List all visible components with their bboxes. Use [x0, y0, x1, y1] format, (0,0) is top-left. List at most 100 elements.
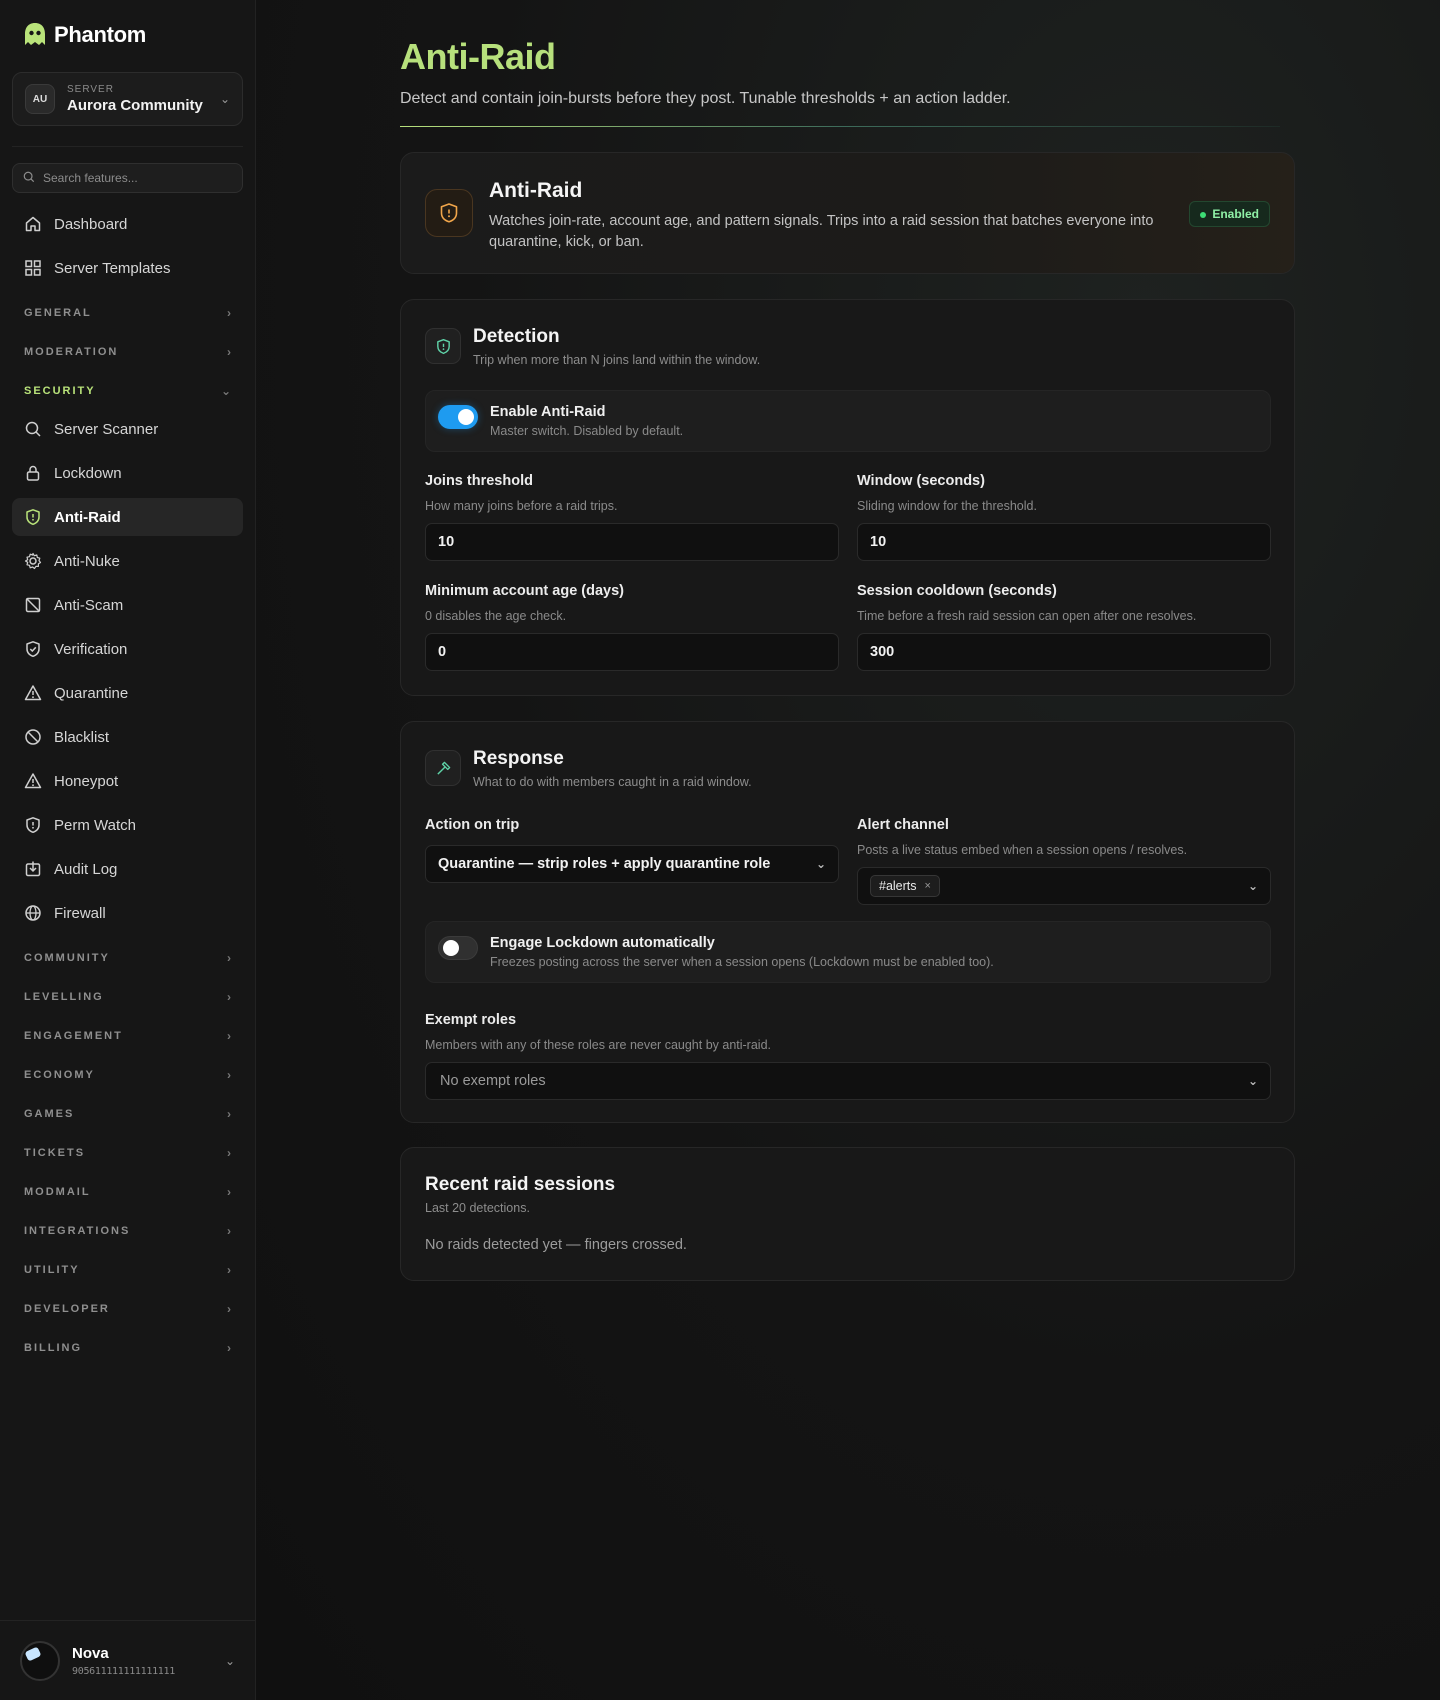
- action-on-trip-field: Action on trip Quarantine — strip roles …: [425, 817, 839, 883]
- section-general[interactable]: GENERAL ›: [12, 293, 243, 332]
- empty-state: No raids detected yet — fingers crossed.: [425, 1237, 687, 1253]
- sidebar-item-anti-nuke[interactable]: Anti-Nuke: [12, 542, 243, 580]
- section-integrations[interactable]: INTEGRATIONS ›: [12, 1211, 243, 1250]
- section-moderation[interactable]: MODERATION ›: [12, 332, 243, 371]
- window-seconds-input-wrap: [857, 523, 1271, 561]
- joins-threshold-input[interactable]: [438, 534, 826, 550]
- chevron-down-icon: ⌄: [1247, 1074, 1258, 1088]
- section-label: BILLING: [24, 1341, 82, 1354]
- min-account-age-input-wrap: [425, 633, 839, 671]
- sidebar-item-server-scanner[interactable]: Server Scanner: [12, 410, 243, 448]
- section-label: TICKETS: [24, 1146, 86, 1159]
- gavel-icon: [425, 750, 461, 786]
- sidebar-item-dashboard[interactable]: Dashboard: [12, 205, 243, 243]
- window-seconds-input[interactable]: [870, 534, 1258, 550]
- section-utility[interactable]: UTILITY ›: [12, 1250, 243, 1289]
- section-community[interactable]: COMMUNITY ›: [12, 938, 243, 977]
- sidebar-item-label: Verification: [54, 640, 128, 658]
- section-label: GAMES: [24, 1107, 75, 1120]
- sidebar-item-label: Perm Watch: [54, 816, 136, 834]
- action-on-trip-select[interactable]: Quarantine — strip roles + apply quarant…: [425, 845, 839, 883]
- server-avatar: AU: [25, 84, 55, 114]
- section-games[interactable]: GAMES ›: [12, 1094, 243, 1133]
- search-icon: [24, 420, 42, 438]
- section-label: LEVELLING: [24, 990, 104, 1003]
- server-switcher[interactable]: AU SERVER Aurora Community ⌄: [12, 72, 243, 126]
- sidebar-item-label: Quarantine: [54, 684, 129, 702]
- exempt-roles-select[interactable]: No exempt roles ⌄: [425, 1062, 1271, 1100]
- section-billing[interactable]: BILLING ›: [12, 1328, 243, 1367]
- toggle-description: Master switch. Disabled by default.: [490, 424, 684, 438]
- section-label: DEVELOPER: [24, 1302, 110, 1315]
- shield-check-icon: [24, 640, 42, 658]
- sidebar-item-label: Anti-Nuke: [54, 552, 120, 570]
- chevron-right-icon: ›: [227, 1028, 231, 1043]
- chevron-right-icon: ›: [227, 1301, 231, 1316]
- sidebar-item-lockdown[interactable]: Lockdown: [12, 454, 243, 492]
- feature-title: Anti-Raid: [489, 179, 583, 202]
- section-modmail[interactable]: MODMAIL ›: [12, 1172, 243, 1211]
- server-name: Aurora Community: [67, 97, 203, 114]
- min-account-age-field: Minimum account age (days) 0 disables th…: [425, 583, 839, 671]
- shield-alert-icon: [24, 508, 42, 526]
- avatar: [20, 1640, 60, 1681]
- close-icon[interactable]: ×: [925, 880, 931, 892]
- chevron-right-icon: ›: [227, 1340, 231, 1355]
- sidebar-item-honeypot[interactable]: Honeypot: [12, 762, 243, 800]
- ghost-logo-icon: [22, 21, 48, 49]
- section-engagement[interactable]: ENGAGEMENT ›: [12, 1016, 243, 1055]
- sidebar-item-firewall[interactable]: Firewall: [12, 894, 243, 932]
- enable-anti-raid-toggle[interactable]: [438, 405, 478, 429]
- sidebar-item-blacklist[interactable]: Blacklist: [12, 718, 243, 756]
- sidebar-item-verification[interactable]: Verification: [12, 630, 243, 668]
- chip-label: #alerts: [879, 879, 917, 893]
- sidebar-item-quarantine[interactable]: Quarantine: [12, 674, 243, 712]
- enable-anti-raid-row: Enable Anti-Raid Master switch. Disabled…: [425, 390, 1271, 452]
- session-cooldown-input[interactable]: [870, 644, 1258, 660]
- brand[interactable]: Phantom: [12, 0, 243, 70]
- sidebar-divider: [12, 146, 243, 147]
- search-icon: [23, 171, 35, 186]
- chevron-right-icon: ›: [227, 1223, 231, 1238]
- field-label: Joins threshold: [425, 473, 533, 489]
- select-value: Quarantine — strip roles + apply quarant…: [438, 856, 771, 872]
- channel-chip: #alerts ×: [870, 875, 940, 897]
- status-badge: Enabled: [1189, 201, 1270, 227]
- search-box[interactable]: [12, 163, 243, 193]
- sidebar-item-server-templates[interactable]: Server Templates: [12, 249, 243, 287]
- toggle-knob: [443, 940, 459, 956]
- download-box-icon: [24, 860, 42, 878]
- exempt-roles-field: Exempt roles Members with any of these r…: [425, 1012, 1271, 1100]
- gear-icon: [24, 552, 42, 570]
- section-label: MODERATION: [24, 345, 119, 358]
- auto-lockdown-toggle[interactable]: [438, 936, 478, 960]
- field-label: Action on trip: [425, 817, 520, 833]
- section-title: Response: [473, 748, 564, 769]
- recent-sessions-card: Recent raid sessions Last 20 detections.…: [400, 1147, 1295, 1281]
- section-subtitle: Trip when more than N joins land within …: [473, 353, 761, 367]
- sidebar-item-anti-scam[interactable]: Anti-Scam: [12, 586, 243, 624]
- user-menu[interactable]: Nova 905611111111111111 ⌄: [0, 1620, 255, 1700]
- sidebar-item-label: Dashboard: [54, 215, 128, 233]
- sidebar-item-anti-raid[interactable]: Anti-Raid: [12, 498, 243, 536]
- section-levelling[interactable]: LEVELLING ›: [12, 977, 243, 1016]
- feature-overview-card: Anti-Raid Watches join-rate, account age…: [400, 152, 1295, 274]
- section-security[interactable]: SECURITY ⌄: [12, 371, 243, 410]
- field-label: Window (seconds): [857, 473, 985, 489]
- search-input[interactable]: [43, 171, 232, 185]
- min-account-age-input[interactable]: [438, 644, 826, 660]
- chevron-right-icon: ›: [227, 1184, 231, 1199]
- section-label: SECURITY: [24, 384, 96, 397]
- alert-channel-select[interactable]: #alerts × ⌄: [857, 867, 1271, 905]
- user-id: 905611111111111111: [72, 1665, 175, 1677]
- section-tickets[interactable]: TICKETS ›: [12, 1133, 243, 1172]
- field-help: 0 disables the age check.: [425, 609, 567, 623]
- sidebar-item-audit-log[interactable]: Audit Log: [12, 850, 243, 888]
- sidebar-item-perm-watch[interactable]: Perm Watch: [12, 806, 243, 844]
- section-label: GENERAL: [24, 306, 92, 319]
- field-label: Exempt roles: [425, 1012, 517, 1028]
- section-economy[interactable]: ECONOMY ›: [12, 1055, 243, 1094]
- chevron-right-icon: ›: [227, 305, 231, 320]
- section-developer[interactable]: DEVELOPER ›: [12, 1289, 243, 1328]
- chevron-right-icon: ›: [227, 344, 231, 359]
